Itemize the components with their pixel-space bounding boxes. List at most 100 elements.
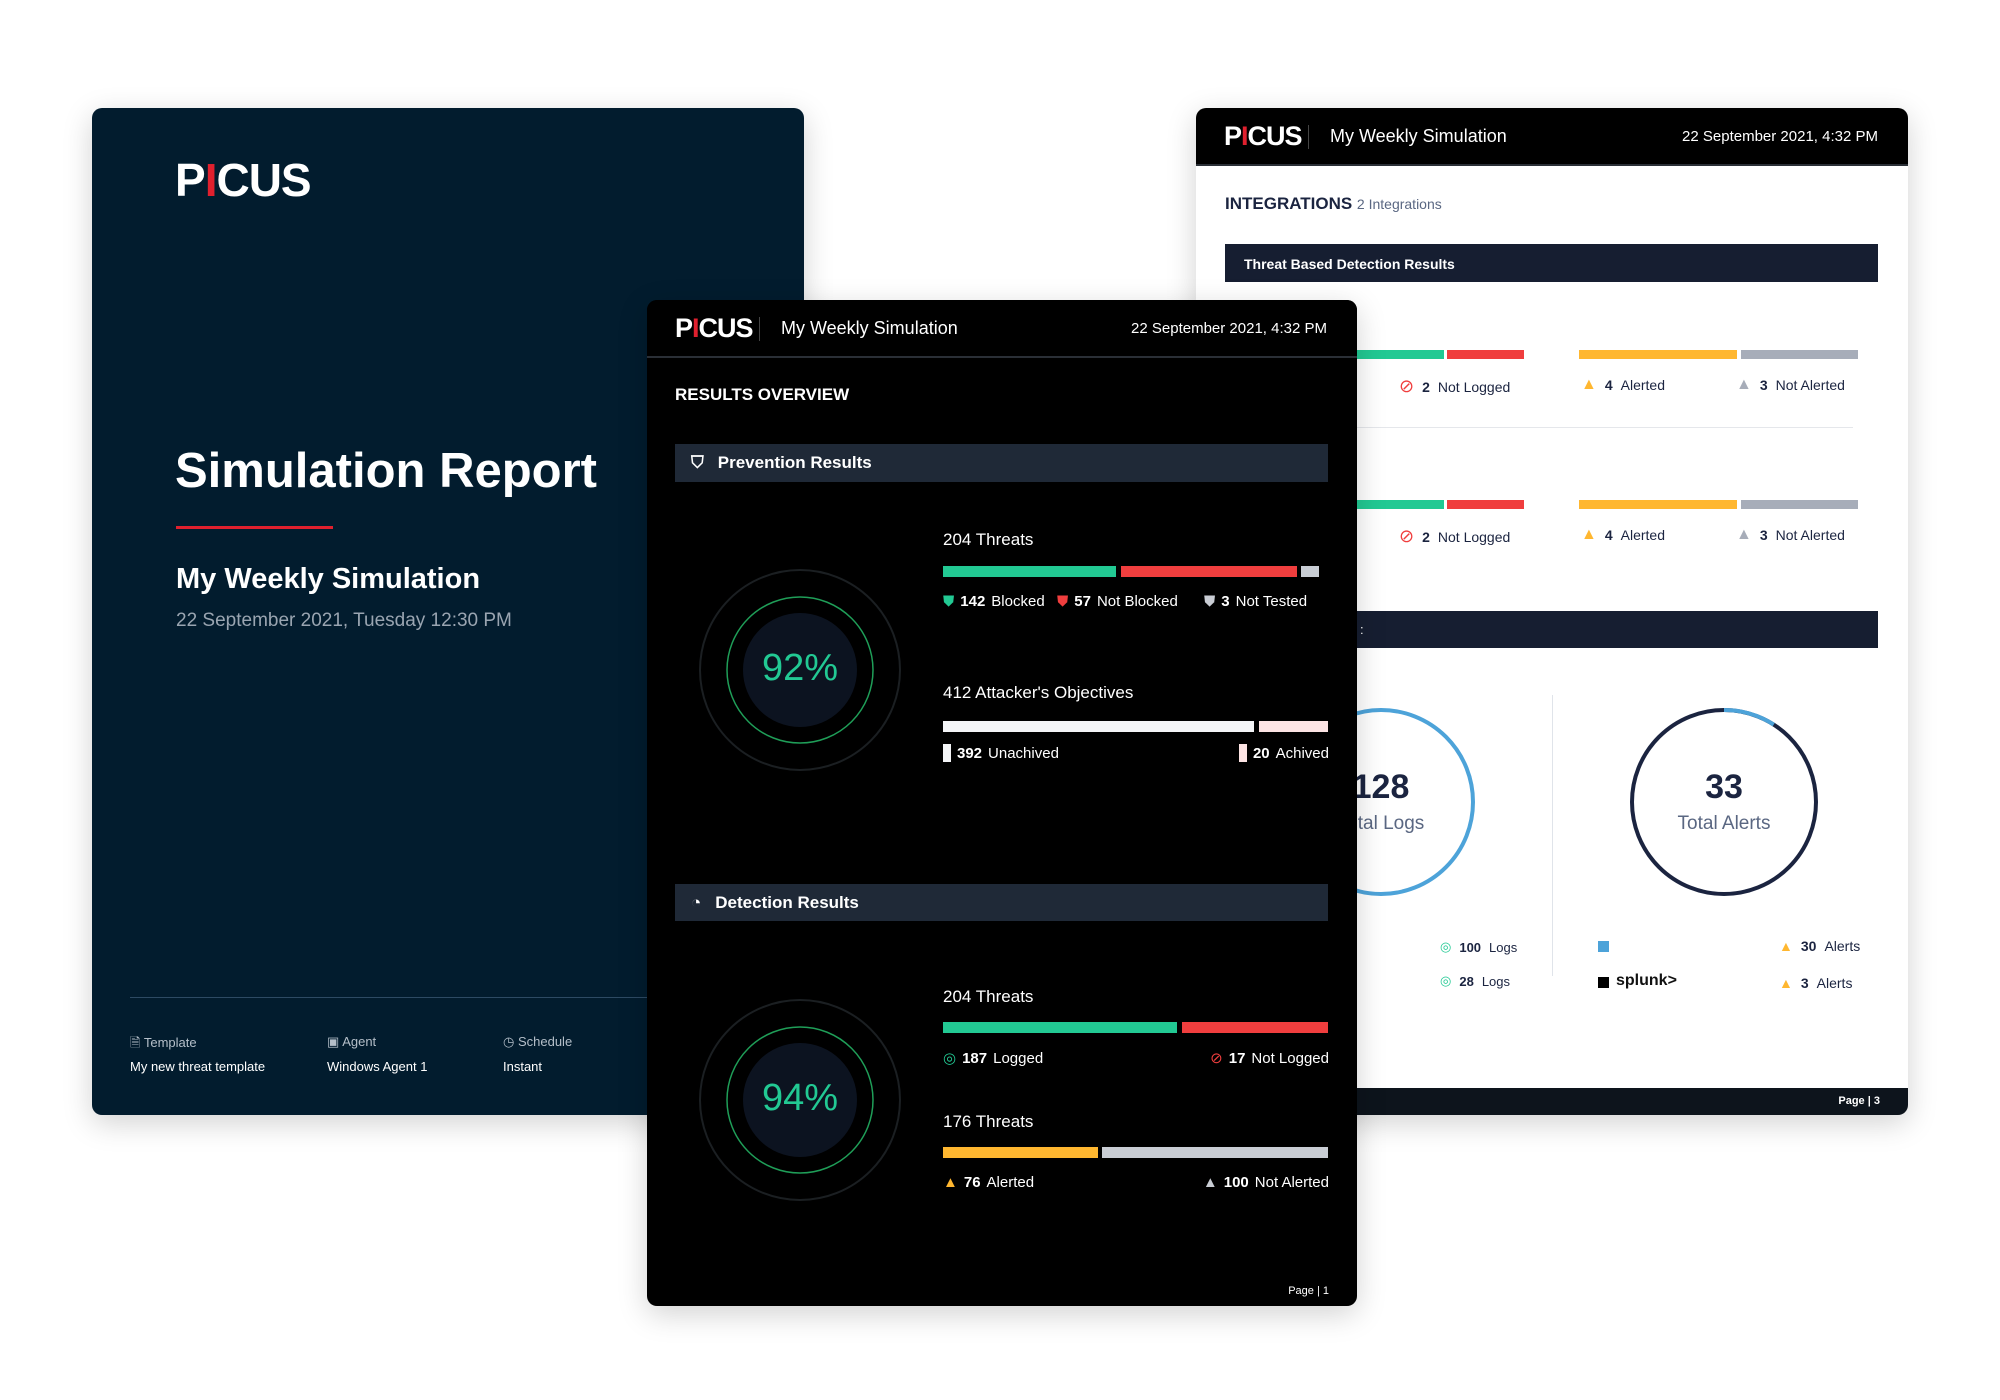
header-date: 22 September 2021, 4:32 PM <box>1131 320 1327 337</box>
divider <box>1552 695 1553 976</box>
achieved-swatch <box>1238 744 1247 762</box>
not-logged-icon: ⊘ <box>1399 526 1415 546</box>
logged-bar <box>943 1022 1177 1033</box>
page-header: PICUS My Weekly Simulation 22 September … <box>1196 108 1908 166</box>
vendor-swatch-1 <box>1598 941 1609 952</box>
results-overview-page: PICUS My Weekly Simulation 22 September … <box>647 300 1357 1306</box>
not-logged-bar <box>1182 1022 1328 1033</box>
page-header: PICUS My Weekly Simulation 22 September … <box>647 300 1357 358</box>
alerted-legend: ▲ 76 Alerted <box>943 1174 1035 1191</box>
results-overview-heading: RESULTS OVERVIEW <box>675 385 850 404</box>
not-logged-bar <box>1447 350 1524 359</box>
radar-icon: ◔ <box>691 892 702 912</box>
alerts-ring-segment <box>1723 708 1775 727</box>
splunk-logo: splunk> <box>1616 972 1677 989</box>
total-alerts-value: 33 <box>1705 768 1743 806</box>
meta-agent: ▣ Agent <box>327 1034 377 1049</box>
picus-logo: PICUS <box>175 154 312 206</box>
not-tested-bar <box>1301 566 1319 577</box>
alert-threats-label: 176 Threats <box>943 1112 1034 1131</box>
siren-icon: ▲ <box>1581 526 1597 543</box>
row2-not-alerted: ▲ 3 Not Alerted <box>1736 526 1845 543</box>
meta-schedule-value: Instant <box>503 1059 543 1074</box>
meta-agent-value: Windows Agent 1 <box>327 1059 428 1074</box>
not-alerted-bar <box>1102 1147 1328 1158</box>
vendor-swatch-2 <box>1598 977 1609 988</box>
detection-threats-label: 204 Threats <box>943 987 1034 1006</box>
target-icon: ◎ <box>1440 973 1452 988</box>
alerted-bar <box>943 1147 1098 1158</box>
meta-schedule: ◷ Schedule <box>503 1034 573 1049</box>
target-icon: ◎ <box>1440 939 1452 954</box>
siren-icon: ▲ <box>1779 938 1793 954</box>
shield-off-icon: ⛊ <box>1057 593 1069 610</box>
siren-icon: ▲ <box>1779 975 1793 991</box>
document-icon: 🗎 <box>130 1035 144 1050</box>
alerts-legend-2: ▲ 3 Alerts <box>1779 975 1853 991</box>
blocked-bar <box>943 566 1116 577</box>
not-logged-icon: ⊘ <box>1399 376 1415 396</box>
siren-icon: ▲ <box>1581 376 1597 393</box>
objectives-label: 412 Attacker's Objectives <box>943 683 1134 702</box>
logs-legend-1: ◎ 100 Logs <box>1440 939 1518 955</box>
meta-template: 🗎 Template <box>130 1035 197 1050</box>
title-underline <box>176 526 333 529</box>
row1-not-alerted: ▲ 3 Not Alerted <box>1736 376 1845 393</box>
picus-logo: PICUS <box>1224 121 1303 151</box>
target-icon: ◎ <box>943 1050 957 1067</box>
cover-date: 22 September 2021, Tuesday 12:30 PM <box>176 610 512 631</box>
siren-off-icon: ▲ <box>1736 376 1752 393</box>
meta-template-value: My new threat template <box>130 1059 266 1074</box>
shield-icon: ⛉ <box>691 453 704 472</box>
not-alerted-legend: ▲ 100 Not Alerted <box>1202 1174 1329 1191</box>
separator <box>759 317 760 341</box>
clock-icon: ◷ <box>503 1034 518 1049</box>
not-logged-bar <box>1447 500 1524 509</box>
unachieved-bar <box>943 721 1254 732</box>
picus-logo: PICUS <box>675 313 754 343</box>
detection-section-header: ◔ Detection Results <box>675 884 1328 921</box>
shield-minus-icon: ⛊ <box>1204 593 1216 610</box>
agent-icon: ▣ <box>327 1034 343 1049</box>
not-alerted-bar <box>1741 500 1858 509</box>
siren-off-icon: ▲ <box>1736 526 1752 543</box>
shield-check-icon: ⛊ <box>943 593 955 610</box>
prevention-score: 92% <box>761 647 839 689</box>
header-date: 22 September 2021, 4:32 PM <box>1682 128 1878 145</box>
header-title: My Weekly Simulation <box>781 318 958 338</box>
not-blocked-legend: ⛊ 57 Not Blocked <box>1057 593 1178 610</box>
not-logged-icon: ⊘ <box>1210 1050 1223 1067</box>
logged-legend: ◎ 187 Logged <box>943 1049 1044 1068</box>
unachieved-legend: 392 Unachived <box>943 744 1059 762</box>
alerts-legend-1: ▲ 30 Alerts <box>1779 938 1861 954</box>
achieved-bar <box>1259 721 1328 732</box>
prevention-section-header: ⛉ Prevention Results <box>675 444 1328 482</box>
logs-legend-2: ◎ 28 Logs <box>1440 973 1511 989</box>
siren-icon: ▲ <box>943 1174 958 1191</box>
unachieved-swatch <box>943 744 951 762</box>
row2-not-logged: ⊘ 2 Not Logged <box>1399 526 1511 546</box>
logged-bar <box>1357 500 1444 509</box>
prevention-threats-label: 204 Threats <box>943 530 1034 549</box>
logged-bar <box>1357 350 1444 359</box>
detection-score: 94% <box>761 1077 839 1119</box>
page-number: Page | 1 <box>1288 1285 1329 1297</box>
blocked-legend: ⛊ 142 Blocked <box>943 593 1045 610</box>
not-logged-legend: ⊘ 17 Not Logged <box>1210 1049 1329 1068</box>
threat-detection-section-header: Threat Based Detection Results <box>1225 244 1878 282</box>
not-blocked-bar <box>1121 566 1297 577</box>
not-tested-legend: ⛊ 3 Not Tested <box>1204 593 1308 610</box>
integrations-count: 2 Integrations <box>1356 196 1442 212</box>
separator <box>1308 125 1309 149</box>
siren-off-icon: ▲ <box>1202 1174 1218 1191</box>
total-alerts-label: Total Alerts <box>1677 813 1771 834</box>
not-alerted-bar <box>1741 350 1858 359</box>
integrations-heading: INTEGRATIONS 2 Integrations <box>1225 194 1442 213</box>
row1-alerted: ▲ 4 Alerted <box>1581 376 1665 393</box>
cover-title: Simulation Report <box>175 444 597 498</box>
row2-alerted: ▲ 4 Alerted <box>1581 526 1665 543</box>
cover-subtitle: My Weekly Simulation <box>176 563 481 595</box>
alerted-bar <box>1579 500 1737 509</box>
header-title: My Weekly Simulation <box>1330 126 1507 146</box>
achieved-legend: 20 Achived <box>1238 744 1329 762</box>
